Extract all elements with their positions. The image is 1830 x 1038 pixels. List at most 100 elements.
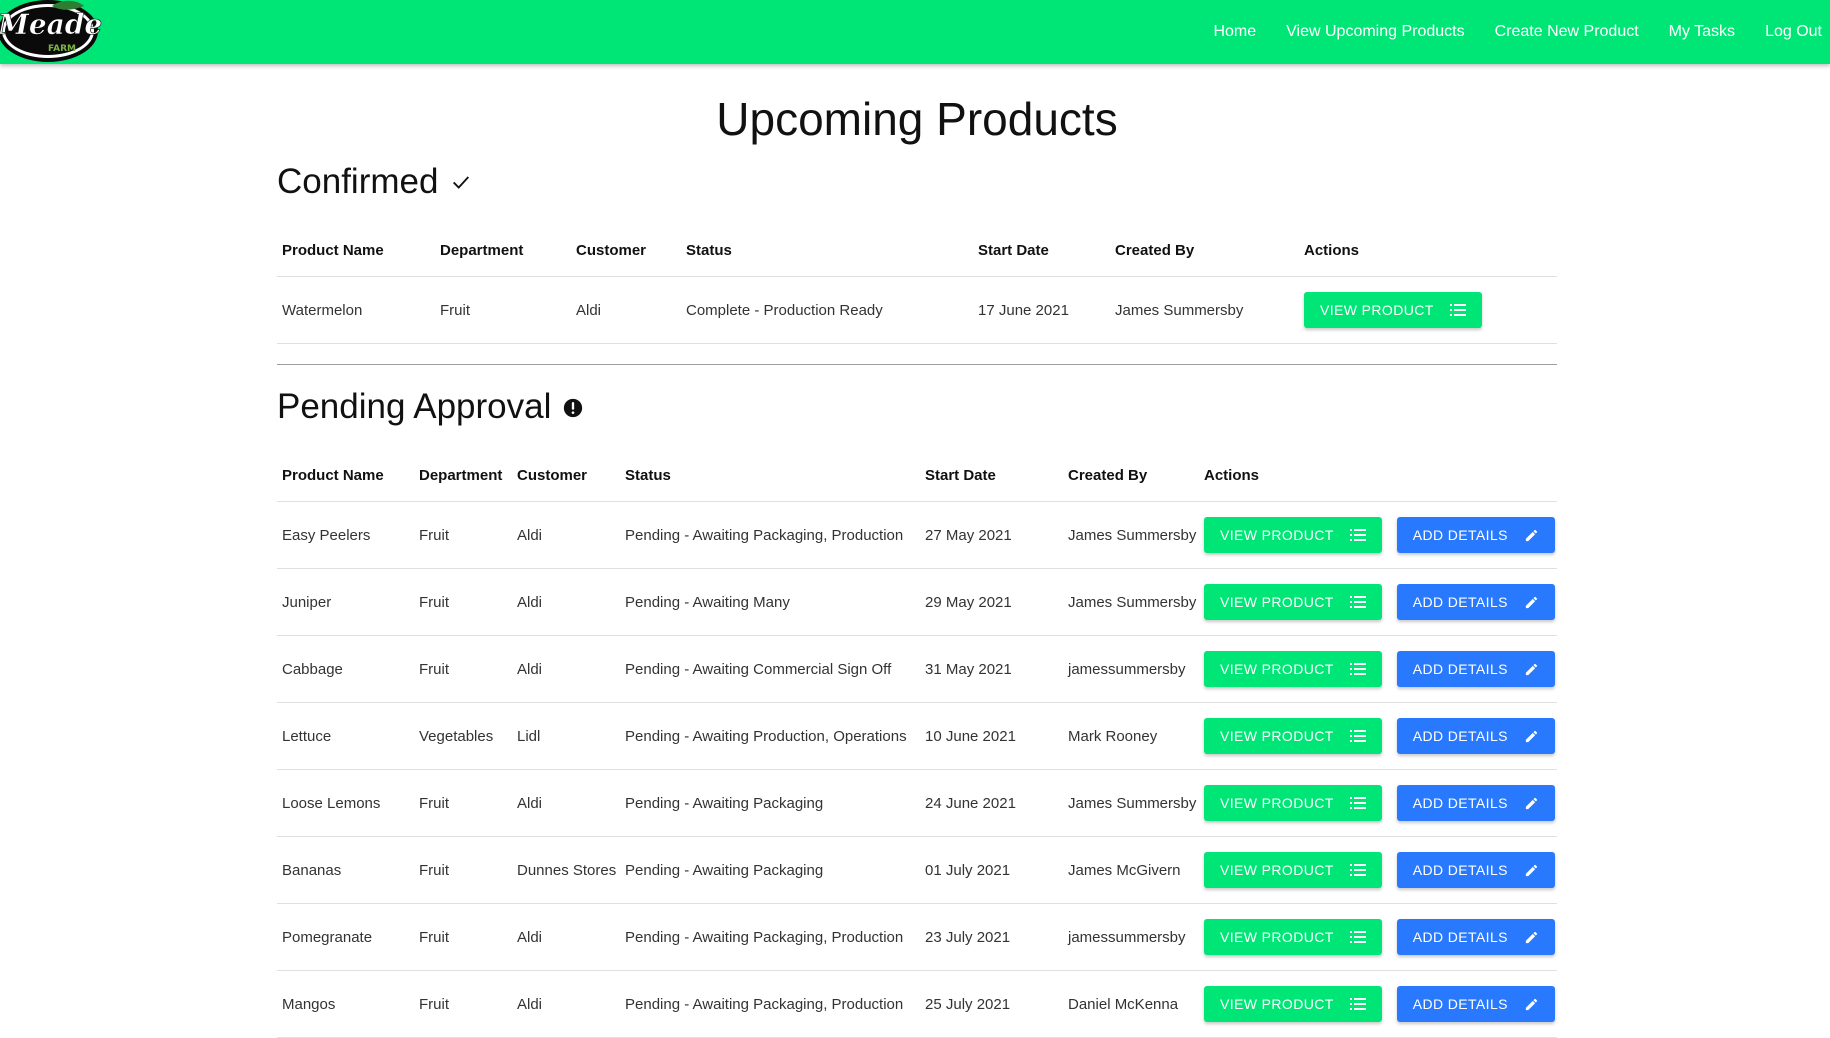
col-created-by: Created By <box>1063 449 1199 502</box>
confirmed-table-header-row: Product Name Department Customer Status … <box>277 224 1557 277</box>
svg-text:FARM: FARM <box>48 44 76 54</box>
status-cell: Complete - Production Ready <box>681 276 973 344</box>
department-cell: Fruit <box>435 276 571 344</box>
view-product-label: VIEW PRODUCT <box>1220 862 1334 878</box>
page-title: Upcoming Products <box>716 93 1118 145</box>
nav-log-out-link[interactable]: Log Out <box>1765 23 1822 41</box>
status-cell: Pending - Awaiting Packaging <box>620 836 920 904</box>
pencil-icon <box>1524 595 1539 610</box>
nav-create-new-product-link[interactable]: Create New Product <box>1495 23 1639 41</box>
list-icon <box>1349 729 1366 743</box>
customer-cell: Aldi <box>512 568 620 636</box>
col-product-name: Product Name <box>277 449 414 502</box>
list-icon <box>1349 930 1366 944</box>
actions-cell: VIEW PRODUCT <box>1299 276 1557 344</box>
view-product-label: VIEW PRODUCT <box>1320 302 1434 318</box>
department-cell: Fruit <box>414 635 512 703</box>
nav-my-tasks-link[interactable]: My Tasks <box>1669 23 1735 41</box>
created-by-cell: jamessummersby <box>1063 635 1199 703</box>
customer-cell: Aldi <box>571 276 681 344</box>
table-row: Lettuce Vegetables Lidl Pending - Awaiting … <box>277 702 1557 770</box>
status-cell: Pending - Awaiting Packaging <box>620 769 920 837</box>
table-row: Cabbage Fruit Aldi Pending - Awaiting Comme… <box>277 635 1557 703</box>
table-row: Loose Lemons Fruit Aldi Pending - Awaiting … <box>277 769 1557 837</box>
product-name-cell: Mangos <box>277 970 414 1038</box>
department-cell: Fruit <box>414 970 512 1038</box>
list-icon <box>1449 303 1466 317</box>
view-product-button[interactable]: VIEW PRODUCT <box>1204 517 1382 553</box>
actions-cell: VIEW PRODUCT ADD DETAILS <box>1199 501 1557 569</box>
view-product-label: VIEW PRODUCT <box>1220 661 1334 677</box>
list-icon <box>1349 528 1366 542</box>
start-date-cell: 23 July 2021 <box>920 903 1063 971</box>
actions-cell: VIEW PRODUCT ADD DETAILS <box>1199 702 1557 770</box>
view-product-button[interactable]: VIEW PRODUCT <box>1204 919 1382 955</box>
add-details-button[interactable]: ADD DETAILS <box>1396 651 1555 687</box>
col-status: Status <box>681 224 973 277</box>
customer-cell: Lidl <box>512 702 620 770</box>
start-date-cell: 27 May 2021 <box>920 501 1063 569</box>
customer-cell: Aldi <box>512 501 620 569</box>
view-product-button[interactable]: VIEW PRODUCT <box>1204 785 1382 821</box>
start-date-cell: 24 June 2021 <box>920 769 1063 837</box>
nav-links: Home View Upcoming Products Create New P… <box>1183 0 1822 64</box>
add-details-button[interactable]: ADD DETAILS <box>1396 718 1555 754</box>
add-details-button[interactable]: ADD DETAILS <box>1396 584 1555 620</box>
col-product-name: Product Name <box>277 224 435 277</box>
department-cell: Fruit <box>414 769 512 837</box>
top-navbar: Meade FARM Home View Upcoming Products C… <box>0 0 1830 64</box>
product-name-cell: Pomegranate <box>277 903 414 971</box>
view-product-button[interactable]: VIEW PRODUCT <box>1204 986 1382 1022</box>
add-details-button[interactable]: ADD DETAILS <box>1396 517 1555 553</box>
view-product-button[interactable]: VIEW PRODUCT <box>1204 718 1382 754</box>
view-product-label: VIEW PRODUCT <box>1220 929 1334 945</box>
pencil-icon <box>1524 796 1539 811</box>
confirmed-table: Product Name Department Customer Status … <box>277 224 1557 344</box>
svg-text:Meade: Meade <box>0 8 102 41</box>
add-details-button[interactable]: ADD DETAILS <box>1396 785 1555 821</box>
product-name-cell: Cabbage <box>277 635 414 703</box>
pencil-icon <box>1524 528 1539 543</box>
customer-cell: Aldi <box>512 970 620 1038</box>
view-product-button[interactable]: VIEW PRODUCT <box>1204 651 1382 687</box>
col-customer: Customer <box>571 224 681 277</box>
actions-cell: VIEW PRODUCT ADD DETAILS <box>1199 769 1557 837</box>
created-by-cell: James Summersby <box>1063 501 1199 569</box>
add-details-button[interactable]: ADD DETAILS <box>1396 919 1555 955</box>
customer-cell: Aldi <box>512 769 620 837</box>
nav-view-upcoming-products-link[interactable]: View Upcoming Products <box>1286 23 1464 41</box>
created-by-cell: Mark Rooney <box>1063 702 1199 770</box>
department-cell: Fruit <box>414 501 512 569</box>
actions-cell: VIEW PRODUCT ADD DETAILS <box>1199 568 1557 636</box>
status-cell: Pending - Awaiting Many <box>620 568 920 636</box>
list-icon <box>1349 863 1366 877</box>
customer-cell: Dunnes Stores <box>512 836 620 904</box>
col-customer: Customer <box>512 449 620 502</box>
nav-home-link[interactable]: Home <box>1213 23 1256 41</box>
confirmed-table-body: Watermelon Fruit Aldi Complete - Production… <box>277 276 1557 344</box>
table-row: Watermelon Fruit Aldi Complete - Production… <box>277 276 1557 344</box>
add-details-button[interactable]: ADD DETAILS <box>1396 852 1555 888</box>
table-row: Pomegranate Fruit Aldi Pending - Awaiting P… <box>277 903 1557 971</box>
start-date-cell: 01 July 2021 <box>920 836 1063 904</box>
status-cell: Pending - Awaiting Packaging, Production <box>620 970 920 1038</box>
view-product-label: VIEW PRODUCT <box>1220 594 1334 610</box>
confirmed-section-title: Confirmed <box>277 162 472 202</box>
created-by-cell: Daniel McKenna <box>1063 970 1199 1038</box>
created-by-cell: James McGivern <box>1063 836 1199 904</box>
department-cell: Fruit <box>414 903 512 971</box>
col-actions: Actions <box>1299 224 1557 277</box>
start-date-cell: 31 May 2021 <box>920 635 1063 703</box>
view-product-button[interactable]: VIEW PRODUCT <box>1204 852 1382 888</box>
meade-farm-logo[interactable]: Meade FARM <box>0 0 104 64</box>
col-actions: Actions <box>1199 449 1557 502</box>
confirmed-title-text: Confirmed <box>277 162 439 201</box>
created-by-cell: James Summersby <box>1063 568 1199 636</box>
add-details-button[interactable]: ADD DETAILS <box>1396 986 1555 1022</box>
product-name-cell: Loose Lemons <box>277 769 414 837</box>
status-cell: Pending - Awaiting Commercial Sign Off <box>620 635 920 703</box>
actions-cell: VIEW PRODUCT ADD DETAILS <box>1199 635 1557 703</box>
view-product-button[interactable]: VIEW PRODUCT <box>1204 584 1382 620</box>
col-department: Department <box>435 224 571 277</box>
view-product-button[interactable]: VIEW PRODUCT <box>1304 292 1482 328</box>
